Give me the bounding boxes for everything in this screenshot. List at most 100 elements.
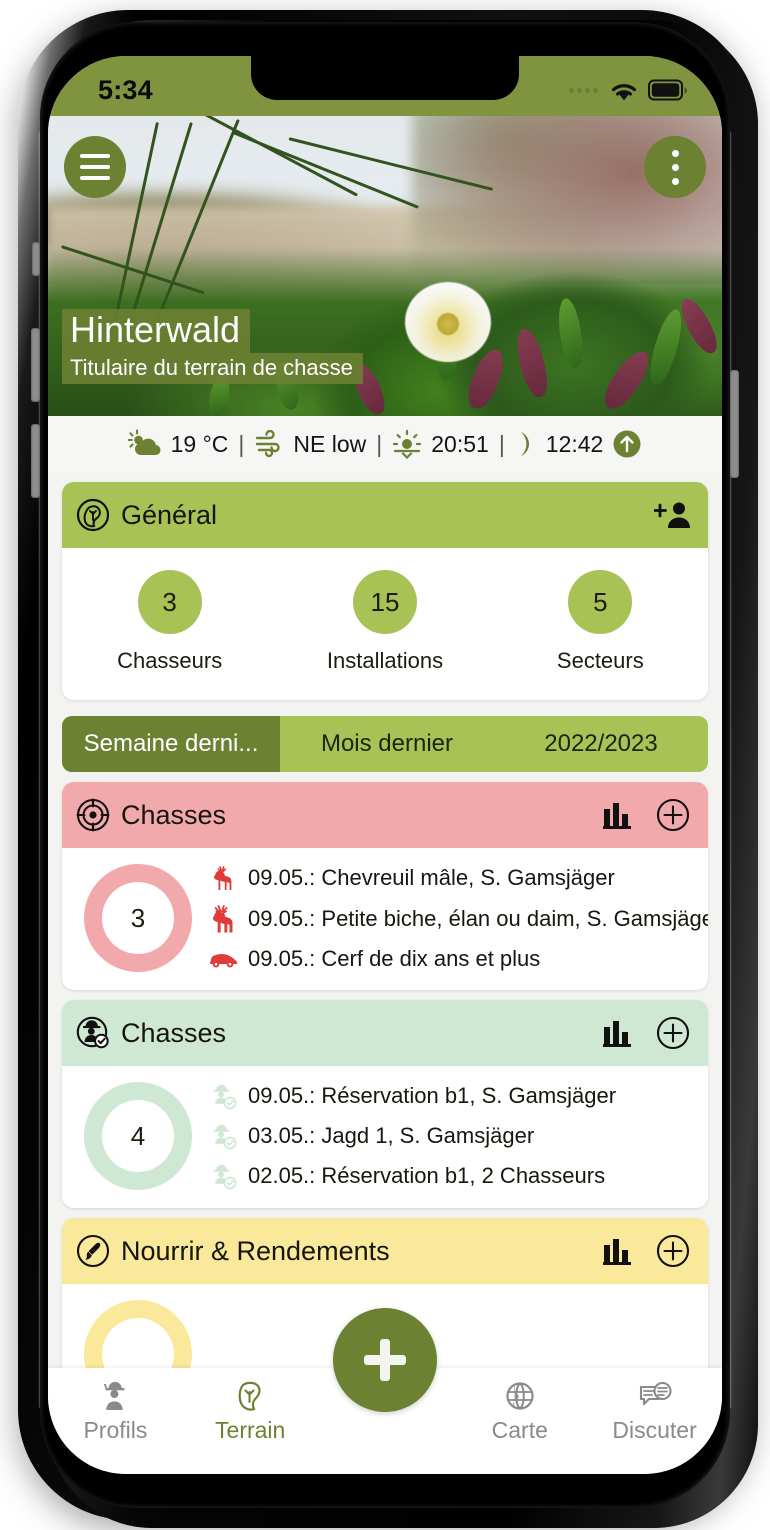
segment-saison[interactable]: 2022/2023 [494, 716, 708, 772]
feeding-icon [76, 1234, 110, 1268]
stat-item[interactable]: 3 Chasseurs [62, 570, 277, 674]
hamburger-menu-icon[interactable] [64, 136, 126, 198]
tab-carte[interactable]: Carte [452, 1380, 587, 1444]
tab-label: Terrain [215, 1417, 286, 1443]
page-subtitle: Titulaire du terrain de chasse [62, 352, 363, 384]
plus-icon-cross [364, 1355, 406, 1365]
roe-deer-icon [208, 864, 238, 892]
general-card-actions [654, 500, 690, 530]
hunter-check-icon [208, 1162, 238, 1190]
chasses-kills-actions [602, 798, 690, 832]
stat-label: Chasseurs [117, 648, 223, 673]
hunter-check-icon [208, 1122, 238, 1150]
power-button[interactable] [730, 370, 739, 478]
list-item-text: 09.05.: Réservation b1, S. Gamsjäger [248, 1083, 617, 1108]
count-value: 4 [102, 1100, 174, 1172]
list-item[interactable]: 09.05.: Petite biche, élan ou daim, S. G… [208, 904, 708, 934]
list-item-text: 09.05.: Chevreuil mâle, S. Gamsjäger [248, 865, 615, 890]
add-person-icon[interactable] [654, 500, 690, 530]
signal-dots-icon [569, 87, 598, 93]
arrow-up-circle-icon[interactable] [612, 429, 642, 459]
volume-up-button[interactable] [31, 328, 40, 402]
weather-strip: 19 °C | NE low | 20:51 | 12:42 [48, 416, 722, 472]
list-item[interactable]: 02.05.: Réservation b1, 2 Chasseurs [208, 1162, 694, 1190]
plus-circle-icon[interactable] [656, 798, 690, 832]
wind-icon [254, 430, 284, 458]
mute-switch[interactable] [32, 242, 40, 276]
target-crosshair-icon [76, 798, 110, 832]
volume-down-button[interactable] [31, 424, 40, 498]
weather-temperature: 19 °C [170, 430, 229, 457]
hunter-check-icon [208, 1082, 238, 1110]
bar-chart-icon[interactable] [602, 1236, 634, 1266]
tab-label: Profils [83, 1417, 148, 1443]
tab-label: Carte [491, 1417, 548, 1443]
battery-icon [648, 79, 688, 101]
stat-label: Secteurs [556, 648, 644, 673]
stat-value: 5 [568, 570, 633, 634]
segment-semaine-derniere[interactable]: Semaine derni... [62, 716, 280, 772]
segment-mois-dernier[interactable]: Mois dernier [280, 716, 494, 772]
moon-icon [515, 430, 537, 458]
stat-value: 3 [137, 570, 202, 634]
chasses-bookings-actions [602, 1016, 690, 1050]
nourrir-rendements-actions [602, 1234, 690, 1268]
hunter-icon [98, 1380, 132, 1412]
nourrir-rendements-header[interactable]: Nourrir & Rendements [62, 1218, 708, 1284]
chasses-bookings-card: Chasses 4 09.05.: Réservation b1, S. Gam… [62, 1000, 708, 1208]
wifi-icon [609, 79, 639, 102]
chasses-kills-card: Chasses 3 09.05.: Chevreuil mâle, S. Gam… [62, 782, 708, 990]
general-stats: 3 Chasseurs 15 Installations 5 Secteurs [62, 548, 708, 700]
chasses-bookings-list: 09.05.: Réservation b1, S. Gamsjäger 03.… [208, 1082, 694, 1190]
general-card-header[interactable]: Général [62, 482, 708, 548]
add-entry-fab[interactable] [333, 1308, 437, 1412]
weather-sunset-time: 20:51 [431, 430, 489, 457]
status-bar: 5:34 [48, 56, 722, 116]
sunset-icon [392, 429, 422, 459]
page-title: Hinterwald [62, 309, 251, 353]
chasses-bookings-title: Chasses [121, 1017, 227, 1048]
list-item-text: 09.05.: Cerf de dix ans et plus [248, 946, 541, 971]
weather-separator: | [498, 430, 505, 457]
stat-item[interactable]: 5 Secteurs [493, 570, 708, 674]
app-scroll-area[interactable]: 5:34 Hinterwald Titulaire du terrain de … [48, 56, 722, 1474]
chasses-bookings-body: 4 09.05.: Réservation b1, S. Gamsjäger 0… [62, 1066, 708, 1208]
list-item-text: 02.05.: Réservation b1, 2 Chasseurs [248, 1163, 606, 1188]
bar-chart-icon[interactable] [602, 1018, 634, 1048]
weather-separator: | [238, 430, 245, 457]
plus-circle-icon[interactable] [656, 1016, 690, 1050]
globe-icon [503, 1380, 537, 1412]
weather-moon-time: 12:42 [545, 430, 604, 457]
list-item-text: 09.05.: Petite biche, élan ou daim, S. G… [248, 906, 708, 931]
hero-title-block: Hinterwald Titulaire du terrain de chass… [62, 309, 363, 384]
plus-circle-icon[interactable] [656, 1234, 690, 1268]
screenshot-stage: 5:34 Hinterwald Titulaire du terrain de … [0, 0, 770, 1530]
chasses-kills-header[interactable]: Chasses [62, 782, 708, 848]
bar-chart-icon[interactable] [602, 800, 634, 830]
count-donut: 4 [84, 1082, 192, 1190]
tab-label: Discuter [612, 1417, 697, 1443]
weather-separator: | [376, 430, 383, 457]
tab-terrain[interactable]: Terrain [183, 1380, 318, 1444]
general-card: Général 3 Chasseurs 15 Installations 5 S… [62, 482, 708, 700]
period-segmented-control: Semaine derni... Mois dernier 2022/2023 [62, 716, 708, 772]
chasses-bookings-header[interactable]: Chasses [62, 1000, 708, 1066]
tab-profils[interactable]: Profils [48, 1380, 183, 1444]
three-dot-menu-icon[interactable] [644, 136, 706, 198]
chasses-kills-body: 3 09.05.: Chevreuil mâle, S. Gamsjäger 0… [62, 848, 708, 990]
list-item[interactable]: 09.05.: Chevreuil mâle, S. Gamsjäger [208, 864, 708, 892]
list-item[interactable]: 09.05.: Réservation b1, S. Gamsjäger [208, 1082, 694, 1110]
stat-item[interactable]: 15 Installations [277, 570, 492, 674]
tab-discuter[interactable]: Discuter [587, 1380, 722, 1444]
stat-label: Installations [326, 648, 444, 673]
deer-icon [208, 904, 238, 934]
display-notch [251, 56, 519, 100]
list-item-text: 03.05.: Jagd 1, S. Gamsjäger [248, 1123, 535, 1148]
list-item[interactable]: 03.05.: Jagd 1, S. Gamsjäger [208, 1122, 694, 1150]
terrain-icon [233, 1380, 267, 1412]
nourrir-rendements-title: Nourrir & Rendements [121, 1235, 390, 1266]
car-icon [208, 949, 238, 969]
sun-cloud-icon [127, 429, 162, 459]
chat-icon [638, 1380, 672, 1412]
list-item[interactable]: 09.05.: Cerf de dix ans et plus [208, 946, 708, 972]
